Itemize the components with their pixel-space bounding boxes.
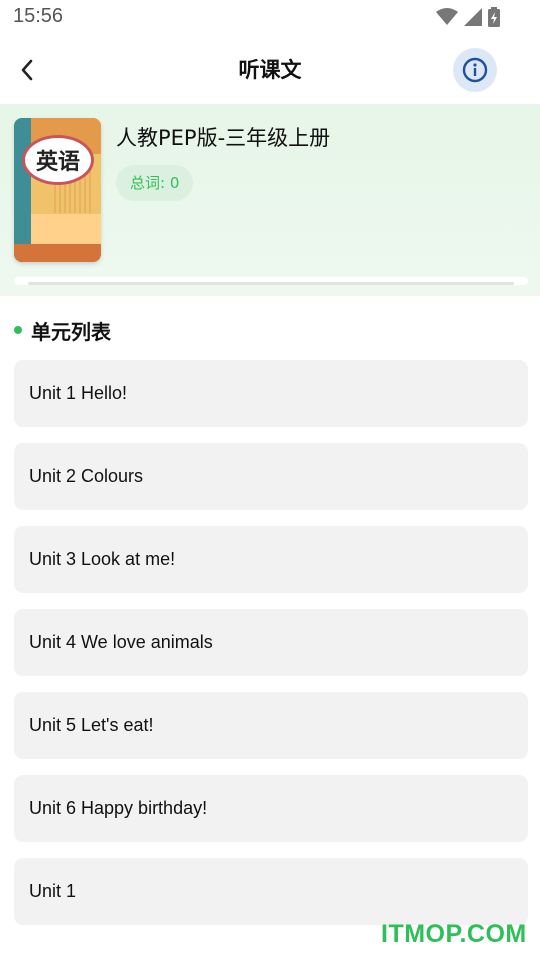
wifi-icon: [436, 8, 458, 25]
progress-bar: [14, 277, 528, 285]
status-icons: [436, 7, 500, 27]
unit-label: Unit 4 We love animals: [29, 632, 213, 652]
book-cover[interactable]: 英语: [14, 118, 101, 262]
signal-icon: [464, 8, 482, 26]
unit-item[interactable]: Unit 1: [14, 858, 528, 925]
unit-list: Unit 1 Hello! Unit 2 Colours Unit 3 Look…: [14, 360, 528, 941]
info-button[interactable]: [453, 48, 497, 92]
cover-stripe: [14, 118, 31, 262]
unit-item[interactable]: Unit 5 Let's eat!: [14, 692, 528, 759]
unit-label: Unit 1: [29, 881, 77, 901]
app-bar: 听课文: [0, 36, 540, 104]
status-time: 15:56: [13, 5, 64, 27]
unit-item[interactable]: Unit 4 We love animals: [14, 609, 528, 676]
cover-badge: 英语: [22, 135, 94, 185]
status-bar: 15:56: [0, 0, 540, 36]
battery-icon: [488, 7, 500, 27]
unit-item[interactable]: Unit 6 Happy birthday!: [14, 775, 528, 842]
unit-label: Unit 1 Hello!: [29, 383, 128, 403]
section-title: 单元列表: [31, 319, 111, 344]
unit-item[interactable]: Unit 1 Hello!: [14, 360, 528, 427]
unit-label: Unit 3 Look at me!: [29, 549, 176, 569]
book-title: 人教PEP版-三年级上册: [116, 126, 331, 150]
unit-label: Unit 5 Let's eat!: [29, 715, 154, 735]
unit-item[interactable]: Unit 2 Colours: [14, 443, 528, 510]
cover-peach-band: [31, 214, 101, 244]
info-icon: [462, 57, 488, 83]
section-header: 单元列表: [14, 316, 111, 344]
book-panel: 英语 人教PEP版-三年级上册 总词: 0: [0, 104, 540, 296]
section-dot-icon: [14, 326, 22, 334]
progress-fill: [28, 282, 514, 285]
word-count-badge: 总词: 0: [116, 165, 194, 201]
watermark: ITMOP.COM: [381, 920, 527, 948]
unit-label: Unit 2 Colours: [29, 466, 144, 486]
unit-label: Unit 6 Happy birthday!: [29, 798, 208, 818]
unit-item[interactable]: Unit 3 Look at me!: [14, 526, 528, 593]
cover-bottom-band: [14, 244, 101, 262]
